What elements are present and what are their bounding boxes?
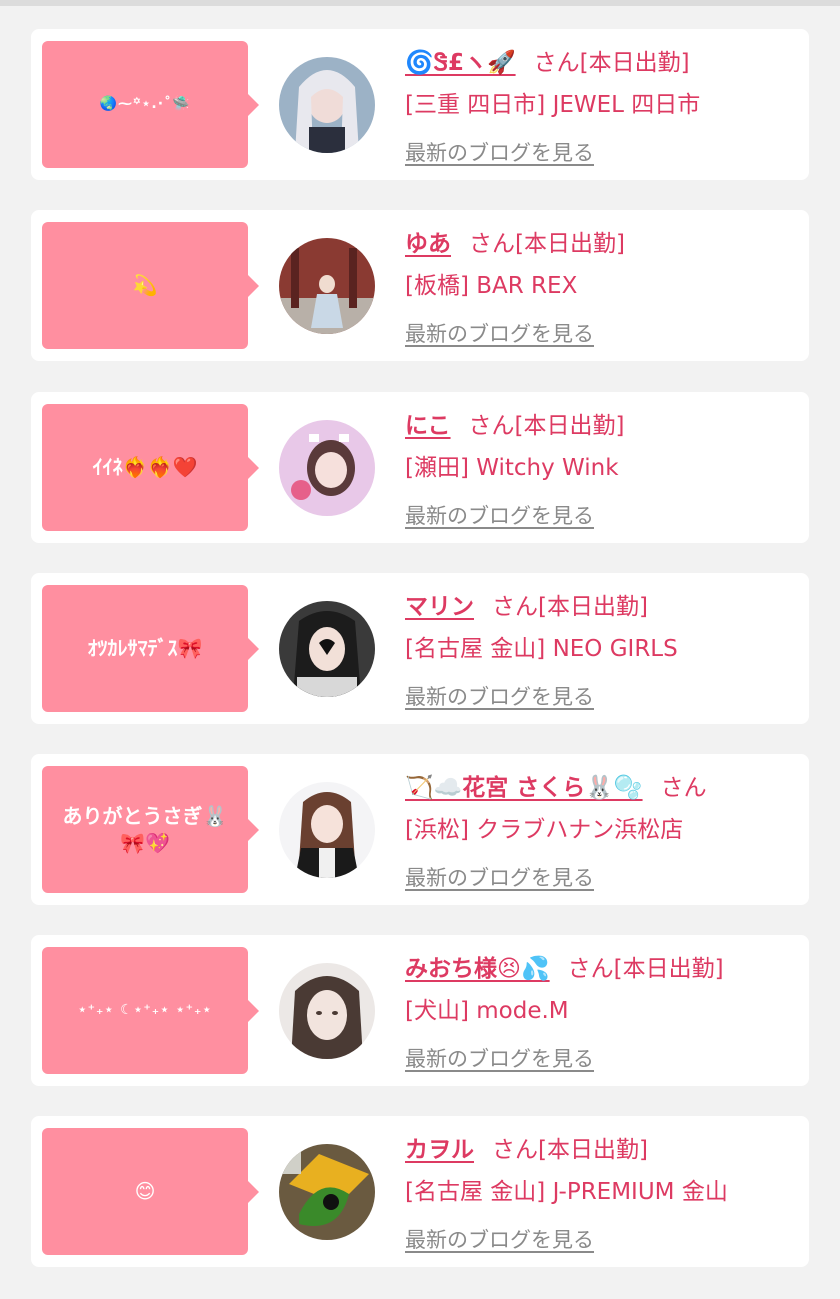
message-bubble: 💫: [42, 222, 259, 349]
san-label: さん: [492, 1137, 538, 1163]
cast-name-link[interactable]: カヲル: [405, 1137, 474, 1163]
san-label: さん: [567, 956, 614, 982]
san-label: さん: [492, 594, 538, 620]
status-label: [本日出勤]: [579, 50, 690, 76]
latest-blog-link[interactable]: 最新のブログを見る: [405, 1043, 594, 1073]
avatar[interactable]: [279, 782, 375, 878]
latest-blog-link[interactable]: 最新のブログを見る: [405, 681, 594, 711]
shop-label: [瀬田] Witchy Wink: [405, 455, 619, 481]
cast-name-link[interactable]: ゆあ: [405, 231, 451, 257]
name-line: 🏹☁️花宮 さくら🐰🫧 さん: [405, 768, 707, 802]
avatar[interactable]: [279, 57, 375, 153]
name-line: にこ さん[本日出勤]: [405, 406, 625, 440]
status-label: [本日出勤]: [515, 231, 625, 257]
avatar[interactable]: [279, 963, 375, 1059]
san-label: さん: [533, 50, 580, 76]
san-label: さん: [469, 231, 515, 257]
cast-name-link[interactable]: 🌀Ꮥ£ヽ🚀: [405, 50, 516, 76]
latest-blog-link[interactable]: 最新のブログを見る: [405, 1224, 594, 1254]
name-line: ゆあ さん[本日出勤]: [405, 224, 625, 258]
avatar[interactable]: [279, 1144, 375, 1240]
avatar[interactable]: [279, 601, 375, 697]
list-item: 💫 ゆあ さん[本日出勤] [板橋] BAR REX 最新のブログを見る: [31, 210, 809, 361]
message-bubble: ｵﾂｶﾚｻﾏﾃﾞｽ🎀: [42, 585, 259, 712]
latest-blog-link[interactable]: 最新のブログを見る: [405, 137, 594, 167]
name-line: みおち様😣💦 さん[本日出勤]: [405, 949, 724, 983]
list-item: 🌏⁓꙳⋆.·˚🛸 🌀Ꮥ£ヽ🚀 さん[本日出勤] [三重 四日市] JEWEL 四日…: [31, 29, 809, 180]
message-bubble: ありがとうさぎ🐰 🎀💖: [42, 766, 259, 893]
latest-blog-link[interactable]: 最新のブログを見る: [405, 500, 594, 530]
shop-label: [板橋] BAR REX: [405, 273, 578, 299]
avatar[interactable]: [279, 420, 375, 516]
avatar[interactable]: [279, 238, 375, 334]
name-line: マリン さん[本日出勤]: [405, 587, 648, 621]
message-bubble: ｲｲﾈ❤️‍🔥❤️‍🔥❤️: [42, 404, 259, 531]
message-bubble: ⋆⁺₊⋆ ☾⋆⁺₊⋆ ⋆⁺₊⋆: [42, 947, 259, 1074]
shop-label: [三重 四日市] JEWEL 四日市: [405, 92, 701, 118]
san-label: さん: [468, 413, 515, 439]
shop-label: [名古屋 金山] J-PREMIUM 金山: [405, 1179, 728, 1205]
message-bubble: 🌏⁓꙳⋆.·˚🛸: [42, 41, 259, 168]
message-bubble: 😊: [42, 1128, 259, 1255]
list-item: 😊 カヲル さん[本日出勤] [名古屋 金山] J-PREMIUM 金山 最新のブ…: [31, 1116, 809, 1267]
cast-name-link[interactable]: 🏹☁️花宮 さくら🐰🫧: [405, 775, 643, 801]
name-line: 🌀Ꮥ£ヽ🚀 さん[本日出勤]: [405, 43, 690, 77]
list-item: ⋆⁺₊⋆ ☾⋆⁺₊⋆ ⋆⁺₊⋆ みおち様😣💦 さん[本日出勤] [犬山] mode…: [31, 935, 809, 1086]
status-label: [本日出勤]: [613, 956, 724, 982]
cast-name-link[interactable]: マリン: [405, 594, 474, 620]
san-label: さん: [660, 775, 707, 801]
status-label: [本日出勤]: [538, 594, 648, 620]
top-divider: [0, 0, 840, 6]
status-label: [本日出勤]: [514, 413, 625, 439]
latest-blog-link[interactable]: 最新のブログを見る: [405, 862, 594, 892]
list-item: ｲｲﾈ❤️‍🔥❤️‍🔥❤️ にこ さん[本日出勤] [瀬田] Witchy Win…: [31, 392, 809, 543]
cast-name-link[interactable]: みおち様😣💦: [405, 956, 550, 982]
cast-name-link[interactable]: にこ: [405, 413, 451, 439]
shop-label: [名古屋 金山] NEO GIRLS: [405, 636, 678, 662]
status-label: [本日出勤]: [538, 1137, 648, 1163]
shop-label: [浜松] クラブハナン浜松店: [405, 817, 684, 843]
list-item: ありがとうさぎ🐰 🎀💖 🏹☁️花宮 さくら🐰🫧 さん [浜松] クラブハナン浜松店…: [31, 754, 809, 905]
latest-blog-link[interactable]: 最新のブログを見る: [405, 318, 594, 348]
name-line: カヲル さん[本日出勤]: [405, 1130, 648, 1164]
list-item: ｵﾂｶﾚｻﾏﾃﾞｽ🎀 マリン さん[本日出勤] [名古屋 金山] NEO GIRL…: [31, 573, 809, 724]
shop-label: [犬山] mode.M: [405, 998, 569, 1024]
